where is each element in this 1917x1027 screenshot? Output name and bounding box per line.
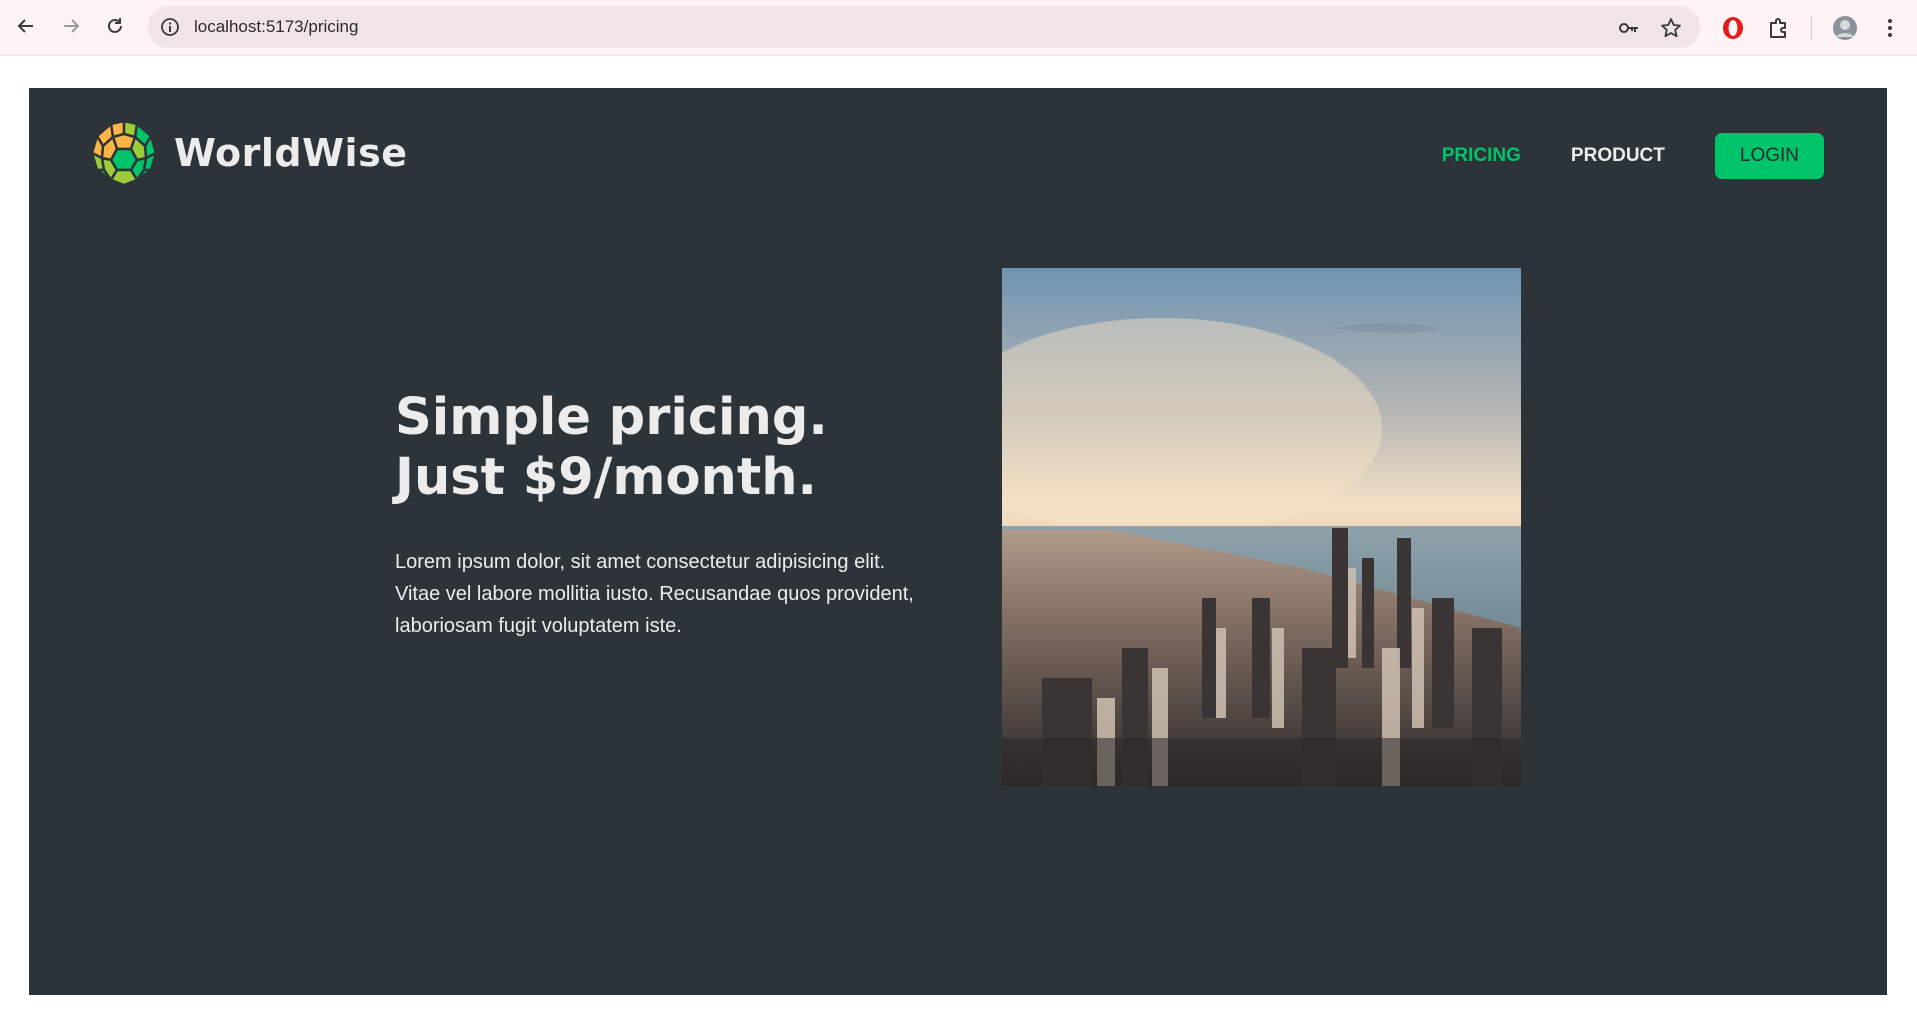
key-icon[interactable] bbox=[1618, 17, 1640, 39]
hero-title-line-1: Simple pricing. bbox=[395, 388, 828, 447]
logo[interactable]: WorldWise bbox=[91, 119, 407, 187]
url-text[interactable]: localhost:5173/pricing bbox=[194, 17, 358, 37]
more-vert-icon[interactable] bbox=[1877, 15, 1903, 41]
hero-title-line-2: Just $9/month. bbox=[395, 448, 817, 507]
reload-icon bbox=[108, 18, 122, 33]
info-icon[interactable] bbox=[160, 17, 180, 37]
back-button[interactable] bbox=[11, 11, 41, 41]
nav-link-product[interactable]: PRODUCT bbox=[1571, 145, 1665, 167]
star-icon[interactable] bbox=[1660, 17, 1682, 39]
address-bar[interactable]: localhost:5173/pricing bbox=[148, 6, 1700, 48]
reload-button[interactable] bbox=[100, 11, 130, 41]
opera-icon[interactable] bbox=[1720, 15, 1746, 41]
back-arrow-icon bbox=[17, 19, 33, 33]
puzzle-icon[interactable] bbox=[1766, 15, 1792, 41]
forward-arrow-icon bbox=[64, 19, 80, 33]
logo-text: WorldWise bbox=[174, 131, 408, 175]
city-skyline-photo bbox=[1002, 268, 1521, 786]
forward-button[interactable] bbox=[56, 11, 86, 41]
browser-toolbar: localhost:5173/pricing bbox=[0, 0, 1917, 56]
main-nav: PRICING PRODUCT LOGIN bbox=[1442, 133, 1824, 179]
login-button[interactable]: LOGIN bbox=[1714, 133, 1824, 179]
toolbar-divider bbox=[1811, 16, 1812, 40]
nav-link-pricing[interactable]: PRICING bbox=[1442, 145, 1521, 167]
hero-paragraph: Lorem ipsum dolor, sit amet consectetur … bbox=[395, 551, 914, 637]
globe-logo-icon bbox=[91, 120, 157, 186]
avatar[interactable] bbox=[1832, 15, 1858, 41]
page-container: WorldWise PRICING PRODUCT LOGIN Simple p… bbox=[29, 88, 1887, 995]
hero-heading: Simple pricing. Just $9/month. bbox=[395, 388, 955, 508]
